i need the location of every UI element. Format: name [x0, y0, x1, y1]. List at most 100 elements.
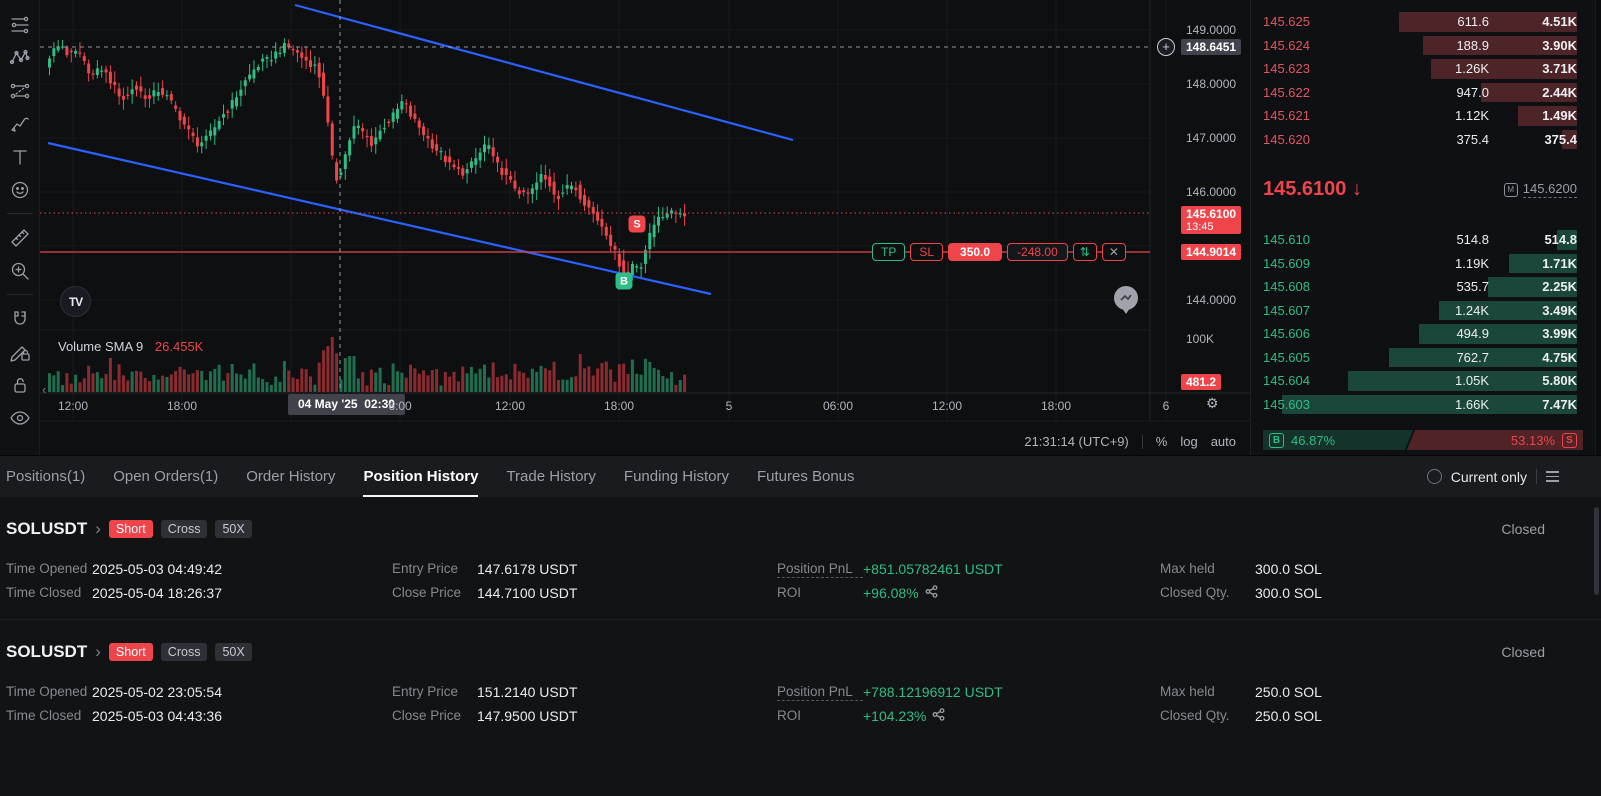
- magnet-icon[interactable]: [3, 302, 37, 335]
- last-price-label: 145.6100 13:45: [1181, 206, 1242, 234]
- current-only-radio[interactable]: [1426, 469, 1442, 484]
- mark-price-icon: M: [1503, 182, 1518, 197]
- orderbook-size: 494.9: [1456, 326, 1489, 342]
- tab-order-history[interactable]: Order History: [246, 456, 335, 498]
- detail-value: +851.05782461 USDT: [863, 561, 1003, 577]
- bid-row[interactable]: 145.609 1.19K 1.71K: [1251, 252, 1595, 276]
- ask-row[interactable]: 145.624 188.9 3.90K: [1251, 34, 1595, 58]
- bid-row[interactable]: 145.606 494.9 3.99K: [1251, 322, 1595, 346]
- orderbook-size: 1.26K: [1455, 61, 1489, 77]
- emoji-tool-icon[interactable]: [3, 173, 37, 206]
- ruler-icon[interactable]: [3, 221, 37, 254]
- chevron-right-icon: ›: [95, 519, 101, 538]
- price-axis-tick: 144.0000: [1186, 293, 1237, 307]
- price-axis-tick: 147.0000: [1186, 131, 1237, 145]
- orderbook-size: 514.8: [1456, 232, 1489, 248]
- ask-row[interactable]: 145.623 1.26K 3.71K: [1251, 57, 1595, 81]
- crosshair-add-alert-icon[interactable]: +: [1157, 38, 1175, 56]
- time-axis-settings-gear-icon[interactable]: ⚙: [1206, 395, 1219, 412]
- scale-button-%[interactable]: %: [1156, 434, 1168, 449]
- orderbook-size: 1.12K: [1455, 108, 1489, 124]
- detail-label: Close Price: [392, 585, 462, 600]
- ask-row[interactable]: 145.625 611.6 4.51K: [1251, 10, 1595, 34]
- position-block: SOLUSDT › Short Cross 50X Closed Time Opened 20…: [0, 619, 1601, 728]
- orderbook-price: 145.608: [1263, 279, 1310, 295]
- tab-positions-1-[interactable]: Positions(1): [6, 456, 85, 498]
- orderbook-cumulative: 3.71K: [1542, 61, 1577, 77]
- projection-tool-icon[interactable]: [3, 74, 37, 107]
- position-details: Time Opened 2025-05-03 04:49:42 Time Close…: [6, 557, 1595, 605]
- tp-button[interactable]: TP: [872, 243, 906, 261]
- bid-row[interactable]: 145.608 535.7 2.25K: [1251, 275, 1595, 299]
- detail-label: Time Opened: [6, 561, 88, 576]
- tabs: Positions(1) Open Orders(1) Order History P…: [6, 456, 883, 498]
- detail-label: Time Opened: [6, 684, 88, 699]
- mark-price[interactable]: M 145.6200: [1503, 181, 1577, 198]
- price-chart[interactable]: Volume SMA 9 26.455K TV ‹ 148.6451 + 145…: [40, 0, 1250, 455]
- detail-row: Entry Price 147.6178 USDT: [392, 557, 777, 581]
- time-axis-tick: 12:00: [57, 399, 89, 413]
- ask-row[interactable]: 145.621 1.12K 1.49K: [1251, 104, 1595, 128]
- tab-position-history[interactable]: Position History: [363, 456, 479, 498]
- tradingview-logo[interactable]: TV: [60, 286, 91, 317]
- pane-collapse-icon[interactable]: ‹: [42, 382, 46, 397]
- orderbook-price: 145.605: [1263, 349, 1310, 365]
- ask-row[interactable]: 145.622 947.0 2.44K: [1251, 81, 1595, 105]
- detail-label: Entry Price: [392, 684, 459, 699]
- zoom-in-icon[interactable]: [3, 254, 37, 287]
- lock-all-icon[interactable]: [3, 368, 37, 401]
- share-icon[interactable]: [925, 581, 938, 605]
- tab-funding-history[interactable]: Funding History: [624, 456, 729, 498]
- order-pnl-chip[interactable]: -248.00: [1007, 243, 1068, 261]
- drawing-anchor-marker[interactable]: [1114, 286, 1138, 314]
- detail-value: 2025-05-04 18:26:37: [92, 585, 222, 601]
- right-scrollbar-track[interactable]: [1595, 0, 1601, 455]
- scale-button-auto[interactable]: auto: [1211, 434, 1236, 449]
- drawing-lock-edit-icon[interactable]: [3, 335, 37, 368]
- detail-row: ROI +104.23%: [777, 704, 1160, 728]
- reverse-order-icon[interactable]: ⇅: [1072, 243, 1097, 261]
- bid-row[interactable]: 145.604 1.05K 5.80K: [1251, 369, 1595, 393]
- cancel-order-icon[interactable]: ✕: [1101, 243, 1126, 261]
- bottom-tabbar: Positions(1) Open Orders(1) Order History P…: [0, 455, 1601, 498]
- brush-tool-icon[interactable]: [3, 107, 37, 140]
- detail-value: 147.9500 USDT: [477, 708, 578, 724]
- bid-row[interactable]: 145.607 1.24K 3.49K: [1251, 299, 1595, 323]
- hide-drawings-eye-icon[interactable]: [3, 401, 37, 434]
- sell-marker[interactable]: S: [628, 215, 646, 233]
- detail-label: Max held: [1160, 561, 1215, 576]
- volume-indicator-legend[interactable]: Volume SMA 9 26.455K: [58, 339, 203, 354]
- chart-clock-time[interactable]: 21:31:14 (UTC+9): [1024, 434, 1128, 449]
- ask-row[interactable]: 145.620 375.4 375.4: [1251, 128, 1595, 152]
- tab-trade-history[interactable]: Trade History: [506, 456, 595, 498]
- bid-row[interactable]: 145.605 762.7 4.75K: [1251, 346, 1595, 370]
- chevron-right-icon: ›: [95, 642, 101, 661]
- share-icon[interactable]: [932, 704, 945, 728]
- current-volume-label: 481.2: [1181, 374, 1222, 390]
- line-tools-icon[interactable]: [3, 8, 37, 41]
- bid-row[interactable]: 145.610 514.8 514.8: [1251, 228, 1595, 252]
- bid-row[interactable]: 145.603 1.66K 7.47K: [1251, 393, 1595, 417]
- price-axis-tick: 148.0000: [1186, 77, 1237, 91]
- detail-row: Time Opened 2025-05-03 04:49:42: [6, 557, 392, 581]
- orderbook-last-price[interactable]: 145.6100 ↓: [1263, 178, 1362, 201]
- tab-open-orders-1-[interactable]: Open Orders(1): [113, 456, 218, 498]
- xabcd-pattern-icon[interactable]: [3, 41, 37, 74]
- text-tool-icon[interactable]: [3, 140, 37, 173]
- order-size-chip[interactable]: 350.0: [948, 243, 1003, 261]
- time-axis-tick: 5: [725, 399, 733, 413]
- orderbook-size: 1.05K: [1455, 373, 1489, 389]
- sl-button[interactable]: SL: [910, 243, 944, 261]
- margin-mode-badge: Cross: [160, 520, 208, 538]
- detail-label: Entry Price: [392, 561, 459, 576]
- scale-button-log[interactable]: log: [1180, 434, 1197, 449]
- position-symbol[interactable]: SOLUSDT: [6, 642, 87, 662]
- tab-futures-bonus[interactable]: Futures Bonus: [757, 456, 855, 498]
- buy-marker[interactable]: B: [615, 272, 633, 290]
- orderbook-price: 145.621: [1263, 108, 1310, 124]
- time-axis-tick: 6: [1162, 399, 1170, 413]
- orderbook-price: 145.606: [1263, 326, 1310, 342]
- position-symbol[interactable]: SOLUSDT: [6, 519, 87, 539]
- detail-value: +96.08%: [863, 581, 938, 605]
- column-settings-icon[interactable]: [1546, 471, 1559, 482]
